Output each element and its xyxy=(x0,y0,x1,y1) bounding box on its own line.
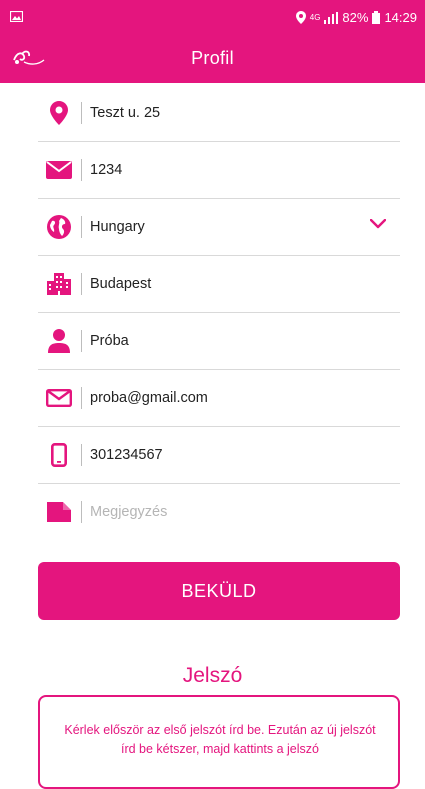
email-value: proba@gmail.com xyxy=(90,390,208,406)
address-value: Teszt u. 25 xyxy=(90,105,161,121)
location-pin-icon xyxy=(46,100,72,126)
field-separator xyxy=(81,330,82,352)
app-bar: Profil xyxy=(0,36,425,83)
profile-form: Teszt u. 25 1234 Hungary Budapest Próba … xyxy=(38,85,400,540)
note-icon xyxy=(46,499,72,525)
name-value: Próba xyxy=(90,333,129,349)
field-separator xyxy=(81,216,82,238)
submit-button[interactable]: BEKÜLD xyxy=(38,562,400,620)
city-field[interactable]: Budapest xyxy=(38,256,400,313)
person-icon xyxy=(46,328,72,354)
field-separator xyxy=(81,501,82,523)
status-bar: 4G 82% 14:29 xyxy=(0,0,425,36)
city-icon xyxy=(46,271,72,297)
country-value: Hungary xyxy=(90,219,145,235)
battery-percent: 82% xyxy=(342,10,369,25)
field-separator xyxy=(81,387,82,409)
zip-field[interactable]: 1234 xyxy=(38,142,400,199)
country-select[interactable]: Hungary xyxy=(38,199,400,256)
phone-icon xyxy=(46,442,72,468)
field-separator xyxy=(81,102,82,124)
envelope-icon xyxy=(46,157,72,183)
mail-outline-icon xyxy=(46,385,72,411)
password-info-box: Kérlek először az első jelszót írd be. E… xyxy=(38,695,400,789)
signal-icon xyxy=(324,11,339,24)
note-placeholder: Megjegyzés xyxy=(90,504,168,520)
page-title: Profil xyxy=(191,48,234,68)
phone-value: 301234567 xyxy=(90,447,163,463)
phone-field[interactable]: 301234567 xyxy=(38,427,400,484)
name-field[interactable]: Próba xyxy=(38,313,400,370)
field-separator xyxy=(81,159,82,181)
field-separator xyxy=(81,273,82,295)
network-type: 4G xyxy=(309,12,321,22)
clock: 14:29 xyxy=(384,10,417,25)
globe-icon xyxy=(46,214,72,240)
note-field[interactable]: Megjegyzés xyxy=(38,484,400,540)
password-info-text: Kérlek először az első jelszót írd be. E… xyxy=(64,723,376,756)
password-section-title: Jelszó xyxy=(182,664,243,687)
field-separator xyxy=(81,444,82,466)
battery-icon xyxy=(372,11,381,24)
location-status-icon xyxy=(295,11,306,24)
chevron-down-icon[interactable] xyxy=(370,219,386,229)
address-field[interactable]: Teszt u. 25 xyxy=(38,85,400,142)
zip-value: 1234 xyxy=(90,162,123,178)
city-value: Budapest xyxy=(90,276,152,292)
status-right: 4G 82% 14:29 xyxy=(295,10,417,25)
image-notification-icon xyxy=(10,11,23,22)
email-field[interactable]: proba@gmail.com xyxy=(38,370,400,427)
